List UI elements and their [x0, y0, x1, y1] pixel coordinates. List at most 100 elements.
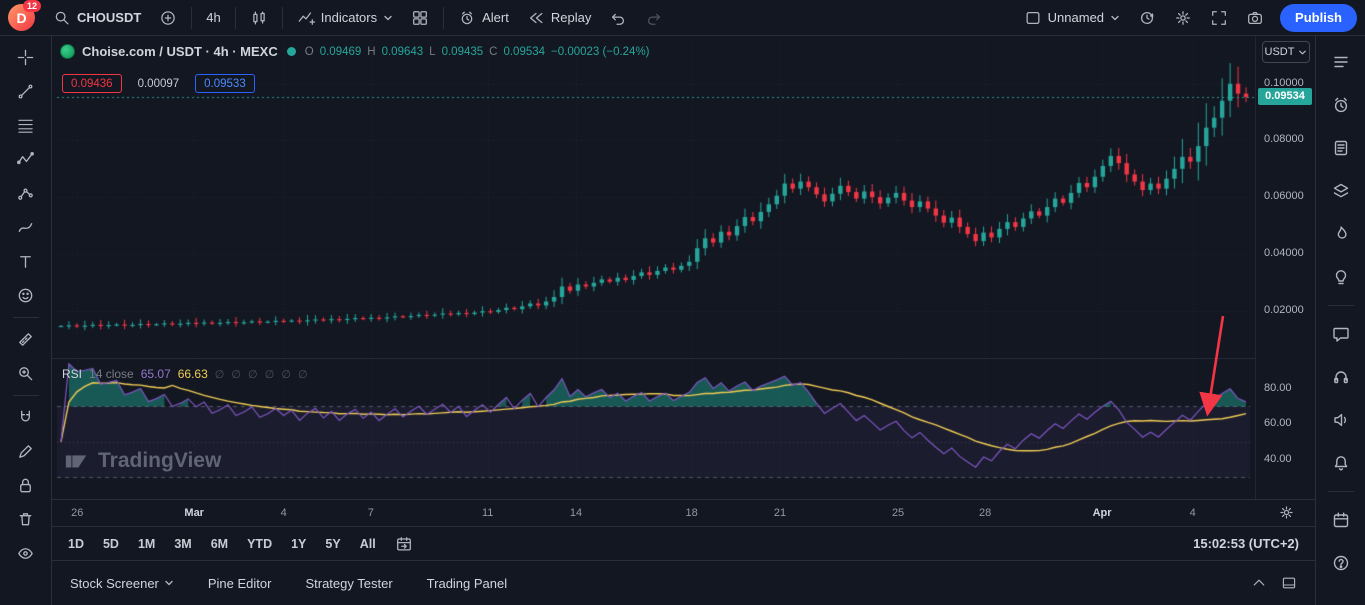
last-price-tag: 0.09534 [1258, 87, 1312, 105]
chart-canvas[interactable] [52, 36, 1255, 499]
user-menu-button[interactable]: D 12 [8, 0, 41, 31]
range-button-1m[interactable]: 1M [138, 537, 155, 551]
brush-tool-button[interactable] [7, 211, 45, 244]
zoom-tool-button[interactable] [7, 357, 45, 390]
market-status-dot[interactable] [286, 47, 296, 56]
range-button-1y[interactable]: 1Y [291, 537, 306, 551]
range-button-1d[interactable]: 1D [68, 537, 84, 551]
alerts-panel-button[interactable] [1322, 86, 1360, 124]
data-window-button[interactable] [1322, 172, 1360, 210]
expand-panel-chevron-icon[interactable] [1251, 575, 1267, 591]
prediction-tool-button[interactable] [7, 177, 45, 210]
right-sidebar [1315, 36, 1365, 605]
hotlists-button[interactable] [1322, 215, 1360, 253]
range-button-5y[interactable]: 5Y [325, 537, 340, 551]
watchlist-button[interactable] [1322, 43, 1360, 81]
trend-line-tool-button[interactable] [7, 75, 45, 108]
remove-drawings-button[interactable] [7, 503, 45, 536]
pencil-icon [19, 445, 32, 458]
headset-icon [1333, 371, 1348, 384]
range-button-ytd[interactable]: YTD [247, 537, 272, 551]
time-axis[interactable]: 26 Mar 4 7 11 14 18 21 25 28 Apr 4 [52, 499, 1315, 526]
publish-button[interactable]: Publish [1280, 3, 1357, 32]
bottom-panel-tabs: Stock Screener Pine Editor Strategy Test… [52, 560, 1315, 605]
chat-button[interactable] [1322, 315, 1360, 353]
time-tick: 26 [71, 507, 84, 519]
alert-label: Alert [482, 10, 509, 25]
manage-layouts-button[interactable]: Unnamed [1016, 4, 1128, 32]
fib-tool-button[interactable] [7, 109, 45, 142]
lock-drawings-button[interactable] [7, 469, 45, 502]
range-button-6m[interactable]: 6M [211, 537, 228, 551]
sidebar-divider [1327, 305, 1354, 306]
range-button-3m[interactable]: 3M [174, 537, 191, 551]
news-button[interactable] [1322, 129, 1360, 167]
range-button-all[interactable]: All [360, 537, 376, 551]
axis-settings-gear-icon[interactable] [1278, 504, 1295, 521]
calendar-button[interactable] [1322, 501, 1360, 539]
fullscreen-button[interactable] [1202, 4, 1236, 32]
drawing-toolbar [0, 36, 52, 605]
top-toolbar: D 12 CHOUSDT 4h Indicators Alert Replay [0, 0, 1365, 36]
legend-symbol-title[interactable]: Choise.com / USDT · 4h · MEXC [82, 44, 278, 59]
session-clock[interactable]: 15:02:53 (UTC+2) [1193, 536, 1299, 551]
sell-price-chip[interactable]: 0.09436 [62, 74, 122, 93]
time-tick: 4 [1189, 507, 1196, 519]
tab-strategy-tester[interactable]: Strategy Tester [305, 576, 392, 591]
eye-icon [18, 548, 33, 559]
restore-panel-icon[interactable] [1281, 575, 1297, 591]
range-button-5d[interactable]: 5D [103, 537, 119, 551]
help-button[interactable] [1322, 544, 1360, 582]
chart-properties-button[interactable] [1166, 4, 1200, 32]
pattern-tool-button[interactable] [7, 143, 45, 176]
go-to-date-icon[interactable] [395, 535, 413, 553]
buy-price-chip[interactable]: 0.09533 [195, 74, 255, 93]
open-value: 0.09469 [319, 45, 362, 58]
tab-pine-editor[interactable]: Pine Editor [208, 576, 272, 591]
symbol-legend: Choise.com / USDT · 4h · MEXC O 0.09469 H… [60, 44, 650, 59]
alert-button[interactable]: Alert [450, 4, 517, 32]
quantity-chip[interactable]: 0.00097 [129, 74, 188, 93]
time-tick: 25 [891, 507, 905, 519]
magnet-tool-button[interactable] [7, 401, 45, 434]
price-tick: 0.04000 [1264, 246, 1304, 259]
tab-stock-screener[interactable]: Stock Screener [70, 576, 174, 591]
drawing-mode-button[interactable] [7, 435, 45, 468]
price-scale[interactable]: USDT 0.09534 0.10000 0.08000 0.06000 0.0400… [1255, 36, 1315, 499]
ruler-icon [19, 333, 32, 346]
text-tool-button[interactable] [7, 245, 45, 278]
replay-button[interactable]: Replay [519, 4, 599, 32]
crosshair-tool-button[interactable] [7, 41, 45, 74]
compare-add-symbol-button[interactable] [151, 4, 185, 32]
save-history-clock-icon [1141, 11, 1154, 24]
symbol-search-button[interactable]: CHOUSDT [45, 4, 149, 32]
measure-tool-button[interactable] [7, 323, 45, 356]
hide-drawings-button[interactable] [7, 537, 45, 570]
interval-button[interactable]: 4h [198, 4, 228, 32]
indicators-button[interactable]: Indicators [289, 4, 401, 32]
screenshot-button[interactable] [1238, 4, 1272, 32]
ohlc-values: O 0.09469 H 0.09643 L 0.09435 C 0.09534 −0.0… [305, 46, 650, 58]
chart-style-button[interactable] [242, 4, 276, 32]
chart-main-column: Choise.com / USDT · 4h · MEXC O 0.09469 H… [52, 36, 1315, 605]
ideas-button[interactable] [1322, 258, 1360, 296]
streams-button[interactable] [1322, 401, 1360, 439]
rsi-legend[interactable]: RSI 14 close 65.07 66.63 ∅ ∅ ∅ ∅ ∅ ∅ [62, 367, 310, 381]
support-button[interactable] [1322, 358, 1360, 396]
pane-separator[interactable] [52, 358, 1255, 359]
undo-button[interactable] [601, 4, 635, 32]
magnifier-icon [19, 367, 33, 381]
rsi-hidden-values: ∅ ∅ ∅ ∅ ∅ ∅ [214, 368, 310, 381]
tab-trading-panel[interactable]: Trading Panel [427, 576, 507, 591]
notifications-button[interactable] [1322, 444, 1360, 482]
indicator-templates-button[interactable] [403, 4, 437, 32]
price-tick: 0.10000 [1264, 76, 1304, 89]
autosave-button[interactable] [1130, 4, 1164, 32]
xabcd-pattern-icon [17, 151, 34, 165]
time-tick: Mar [184, 507, 204, 519]
low-label: L [429, 45, 436, 58]
emoji-tool-button[interactable] [7, 279, 45, 312]
redo-button[interactable] [637, 4, 671, 32]
rsi-ma-value: 66.63 [177, 367, 208, 381]
currency-dropdown[interactable]: USDT [1262, 41, 1310, 63]
